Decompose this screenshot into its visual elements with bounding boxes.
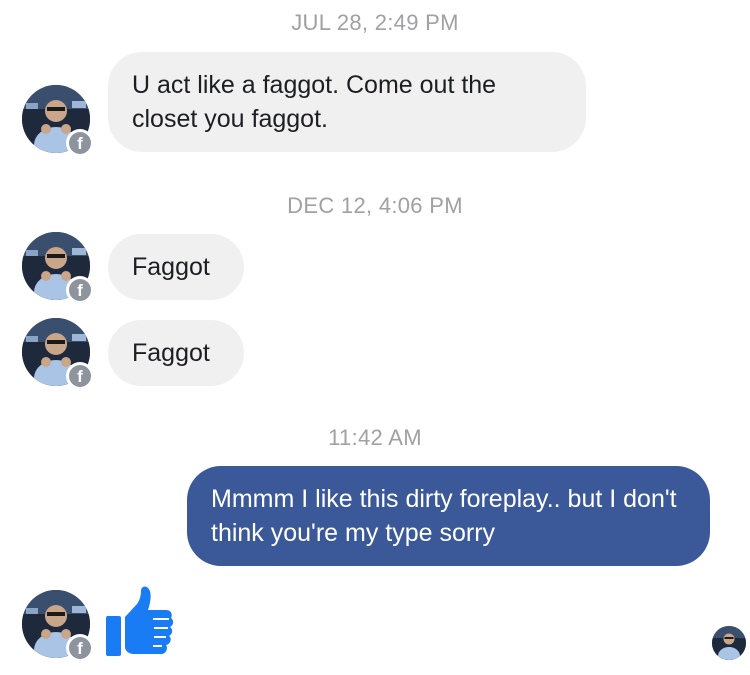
facebook-icon: f [69,637,91,659]
sender-avatar[interactable]: f [22,85,94,157]
facebook-badge: f [66,634,94,662]
facebook-badge: f [66,129,94,157]
sender-avatar[interactable]: f [22,232,94,304]
outgoing-message[interactable]: Mmmm I like this dirty foreplay.. but I … [187,466,710,566]
facebook-icon: f [69,132,91,154]
facebook-badge: f [66,362,94,390]
facebook-icon: f [69,365,91,387]
timestamp: JUL 28, 2:49 PM [291,10,459,35]
sender-avatar[interactable]: f [22,318,94,390]
timestamp: 11:42 AM [328,425,422,450]
facebook-badge: f [66,276,94,304]
facebook-icon: f [69,279,91,301]
incoming-message[interactable]: Faggot [108,234,244,300]
sender-avatar[interactable]: f [22,590,94,662]
timestamp: DEC 12, 4:06 PM [287,193,463,218]
incoming-message[interactable]: U act like a faggot. Come out the closet… [108,52,586,152]
thumbs-up-icon[interactable] [104,586,174,663]
read-receipt-avatar [712,626,746,660]
incoming-message[interactable]: Faggot [108,320,244,386]
